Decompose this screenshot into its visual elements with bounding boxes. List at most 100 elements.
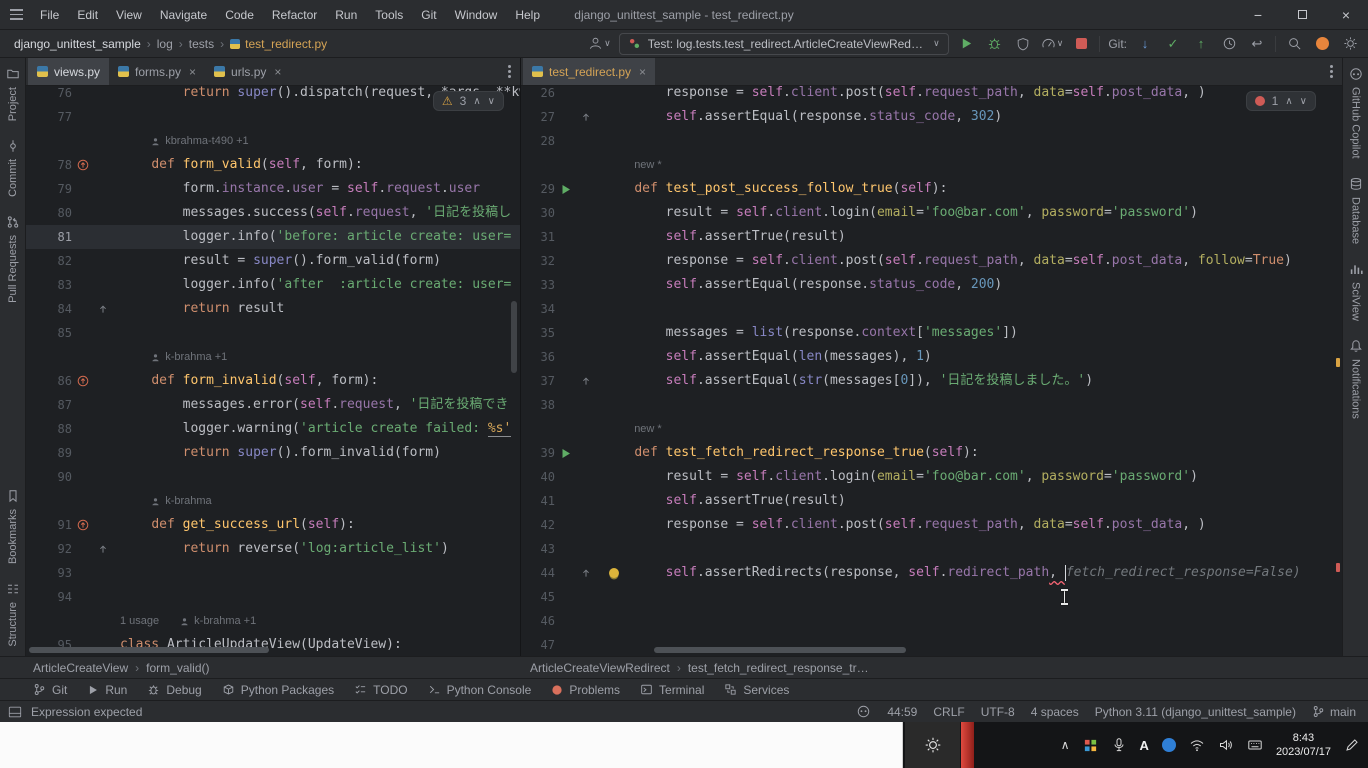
menu-navigate[interactable]: Navigate bbox=[152, 4, 215, 26]
menu-code[interactable]: Code bbox=[217, 4, 262, 26]
line-separator[interactable]: CRLF bbox=[933, 705, 964, 719]
breadcrumb-item[interactable]: ArticleCreateViewRedirect bbox=[530, 661, 670, 675]
code-vision-hint[interactable]: kbrahma-t490 +1 bbox=[120, 129, 249, 153]
fold-region-icon[interactable] bbox=[94, 297, 112, 321]
code-vision-hint[interactable]: new * bbox=[603, 417, 662, 441]
wifi-icon[interactable] bbox=[1189, 737, 1205, 753]
ime-mode-indicator[interactable]: A bbox=[1140, 738, 1149, 753]
tool-window-button-database[interactable]: Database bbox=[1349, 168, 1363, 253]
code-line[interactable]: messages.success(self.request, '日記を投稿し bbox=[112, 201, 520, 225]
fold-region-icon[interactable] bbox=[577, 369, 595, 393]
windows-security-icon[interactable] bbox=[1083, 738, 1098, 753]
tool-window-bar-git[interactable]: Git bbox=[33, 683, 67, 697]
menu-window[interactable]: Window bbox=[447, 4, 506, 26]
git-update-button[interactable]: ↓ bbox=[1135, 33, 1155, 55]
code-line[interactable]: result = self.client.login(email='foo@ba… bbox=[595, 201, 1342, 225]
code-line[interactable]: result = self.client.login(email='foo@ba… bbox=[595, 465, 1342, 489]
code-line[interactable]: k-brahma bbox=[112, 489, 520, 513]
warning-stripe-mark[interactable] bbox=[1336, 358, 1340, 367]
right-editor-content[interactable]: 26 response = self.client.post(self.requ… bbox=[521, 81, 1342, 656]
caret-position[interactable]: 44:59 bbox=[887, 705, 917, 719]
code-line[interactable]: def form_invalid(self, form): bbox=[112, 369, 520, 393]
layout-icon[interactable] bbox=[8, 705, 22, 719]
code-line[interactable]: k-brahma +1 bbox=[112, 345, 520, 369]
code-line[interactable]: self.assertEqual(len(messages), 1) bbox=[595, 345, 1342, 369]
code-line[interactable]: self.assertTrue(result) bbox=[595, 225, 1342, 249]
git-branch-widget[interactable]: main bbox=[1312, 705, 1356, 719]
code-vision-hint[interactable]: 1 usagek-brahma +1 bbox=[120, 609, 256, 633]
menu-tools[interactable]: Tools bbox=[367, 4, 411, 26]
code-line[interactable]: self.assertTrue(result) bbox=[595, 489, 1342, 513]
code-line[interactable] bbox=[595, 609, 1342, 633]
code-vision-hint[interactable]: k-brahma +1 bbox=[120, 345, 227, 369]
code-line[interactable] bbox=[595, 393, 1342, 417]
code-line[interactable] bbox=[112, 585, 520, 609]
search-everywhere-button[interactable] bbox=[1284, 33, 1304, 55]
tool-window-bar-packages[interactable]: Python Packages bbox=[222, 683, 334, 697]
run-test-icon[interactable] bbox=[555, 177, 577, 201]
breadcrumb-item[interactable]: log bbox=[157, 37, 173, 51]
menu-edit[interactable]: Edit bbox=[69, 4, 106, 26]
settings-button[interactable] bbox=[1340, 33, 1360, 55]
code-line[interactable]: self.assertEqual(response.status_code, 2… bbox=[595, 273, 1342, 297]
run-button[interactable] bbox=[957, 33, 977, 55]
hidden-icons-chevron[interactable]: ∧ bbox=[1061, 738, 1070, 752]
code-line[interactable]: response = self.client.post(self.request… bbox=[595, 81, 1342, 105]
tool-window-bar-run[interactable]: Run bbox=[87, 683, 127, 697]
intention-bulb-icon[interactable] bbox=[609, 568, 619, 578]
close-tab-icon[interactable]: × bbox=[639, 65, 646, 79]
close-tab-icon[interactable]: × bbox=[274, 65, 281, 79]
code-line[interactable]: 1 usagek-brahma +1 bbox=[112, 609, 520, 633]
code-line[interactable] bbox=[595, 129, 1342, 153]
tool-window-bar-todo[interactable]: TODO bbox=[354, 683, 407, 697]
ime-language-icon[interactable] bbox=[1162, 738, 1176, 752]
override-method-icon[interactable] bbox=[72, 153, 94, 177]
maximize-button[interactable] bbox=[1280, 0, 1324, 30]
profiler-button[interactable]: ∨ bbox=[1041, 33, 1064, 55]
inspections-widget[interactable]: ⚠ 3 ∧ ∨ bbox=[433, 91, 504, 111]
stop-button[interactable] bbox=[1071, 33, 1091, 55]
ai-assistant-icon[interactable] bbox=[856, 704, 871, 719]
main-menu-icon[interactable] bbox=[0, 9, 30, 20]
run-configuration-select[interactable]: Test: log.tests.test_redirect.ArticleCre… bbox=[619, 33, 949, 55]
prev-problem-icon[interactable]: ∧ bbox=[473, 96, 480, 107]
code-line[interactable]: def get_success_url(self): bbox=[112, 513, 520, 537]
rollback-button[interactable]: ↩ bbox=[1247, 33, 1267, 55]
code-line[interactable]: return result bbox=[112, 297, 520, 321]
breadcrumb-item[interactable]: test_fetch_redirect_response_tr… bbox=[688, 661, 869, 675]
tool-window-bar-python-console[interactable]: Python Console bbox=[428, 683, 532, 697]
code-line[interactable]: logger.info('before: article create: use… bbox=[112, 225, 520, 249]
tool-window-bar-problems[interactable]: Problems bbox=[551, 683, 620, 697]
menu-view[interactable]: View bbox=[108, 4, 150, 26]
fold-region-icon[interactable] bbox=[577, 105, 595, 129]
debug-button[interactable] bbox=[985, 33, 1005, 55]
plugin-icon[interactable] bbox=[1312, 33, 1332, 55]
code-line[interactable]: response = self.client.post(self.request… bbox=[595, 513, 1342, 537]
taskbar-clock[interactable]: 8:43 2023/07/17 bbox=[1276, 731, 1331, 759]
run-test-icon[interactable] bbox=[555, 441, 577, 465]
left-editor-content[interactable]: 76 return super().dispatch(request, *arg… bbox=[26, 81, 520, 656]
vertical-scrollbar-thumb[interactable] bbox=[511, 301, 517, 373]
code-line[interactable]: logger.warning('article create failed: %… bbox=[112, 417, 520, 441]
code-line[interactable] bbox=[112, 561, 520, 585]
file-encoding[interactable]: UTF-8 bbox=[981, 705, 1015, 719]
code-line[interactable]: kbrahma-t490 +1 bbox=[112, 129, 520, 153]
code-line[interactable]: messages.error(self.request, '日記を投稿でき bbox=[112, 393, 520, 417]
close-button[interactable]: × bbox=[1324, 0, 1368, 30]
code-vision-hint[interactable]: k-brahma bbox=[120, 489, 212, 513]
code-line[interactable]: form.instance.user = self.request.user bbox=[112, 177, 520, 201]
overlapping-window[interactable] bbox=[0, 722, 903, 768]
tool-window-bar-terminal[interactable]: Terminal bbox=[640, 683, 704, 697]
microphone-icon[interactable] bbox=[1111, 737, 1127, 753]
code-line[interactable]: def test_fetch_redirect_response_true(se… bbox=[595, 441, 1342, 465]
code-line[interactable]: new * bbox=[595, 417, 1342, 441]
code-line[interactable]: new * bbox=[595, 153, 1342, 177]
horizontal-scrollbar-thumb[interactable] bbox=[654, 647, 906, 653]
code-line[interactable]: self.assertEqual(response.status_code, 3… bbox=[595, 105, 1342, 129]
close-tab-icon[interactable]: × bbox=[189, 65, 196, 79]
error-stripe-mark[interactable] bbox=[1336, 563, 1340, 572]
git-push-button[interactable]: ↑ bbox=[1191, 33, 1211, 55]
code-line[interactable]: result = super().form_valid(form) bbox=[112, 249, 520, 273]
breadcrumb-item[interactable]: tests bbox=[189, 37, 214, 51]
fold-region-icon[interactable] bbox=[94, 537, 112, 561]
